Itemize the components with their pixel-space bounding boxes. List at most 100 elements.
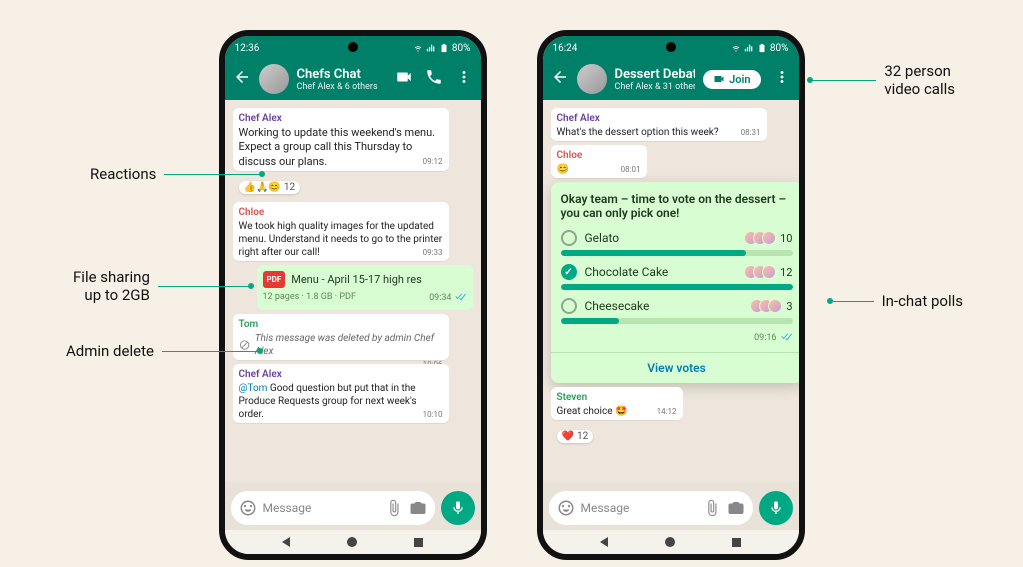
poll-count: 12 — [780, 266, 792, 279]
view-votes-button[interactable]: View votes — [551, 352, 799, 383]
input-placeholder: Message — [581, 501, 697, 515]
message-time: 09:33 — [423, 248, 443, 258]
attach-icon[interactable] — [703, 499, 721, 517]
file-name: Menu - April 15-17 high res — [291, 273, 422, 286]
sender-name: Steven — [557, 391, 677, 404]
callout-reactions: Reactions — [82, 165, 264, 183]
message-time: 14:12 — [657, 407, 677, 417]
reactions-bubble[interactable]: ❤️ 12 — [557, 430, 594, 443]
camera-punch-hole — [348, 42, 358, 52]
camera-icon[interactable] — [727, 499, 745, 517]
attach-icon[interactable] — [385, 499, 403, 517]
poll-option-label: Chocolate Cake — [585, 265, 742, 279]
message-body: 😊 — [557, 164, 569, 175]
header-text[interactable]: Chefs Chat Chef Alex & 6 others — [297, 67, 387, 92]
callout-video-calls: 32 person video calls — [808, 62, 963, 98]
chat-scroll-area[interactable]: Chef Alex Working to update this weekend… — [225, 100, 481, 482]
poll-option[interactable]: Cheesecake 3 — [561, 298, 793, 324]
callout-polls: In-chat polls — [828, 292, 971, 310]
join-call-button[interactable]: Join — [703, 70, 760, 89]
emoji-icon[interactable] — [557, 499, 575, 517]
more-menu-icon[interactable] — [455, 68, 473, 90]
battery-pct: 80% — [770, 43, 789, 54]
reaction-emojis: 👍🙏😊 — [244, 182, 281, 193]
emoji-icon[interactable] — [239, 499, 257, 517]
mic-button[interactable] — [441, 491, 475, 525]
mic-button[interactable] — [759, 491, 793, 525]
phone-dessert-debate: 16:24 80% Dessert Debate Chef Alex & 31 … — [537, 30, 805, 560]
voter-avatars — [749, 231, 776, 245]
android-nav-bar — [543, 530, 799, 554]
pdf-badge-icon: PDF — [263, 271, 286, 288]
message-input[interactable]: Message — [549, 491, 753, 525]
chat-subtitle: Chef Alex & 31 others — [615, 82, 696, 92]
reaction-emojis: ❤️ — [562, 431, 574, 442]
sender-name: Chef Alex — [239, 368, 443, 381]
nav-home-icon[interactable] — [347, 537, 357, 547]
message-time: 09:12 — [423, 157, 443, 167]
join-label: Join — [729, 73, 750, 86]
input-bar: Message — [543, 486, 799, 530]
read-checks-icon — [781, 332, 793, 344]
battery-icon — [757, 43, 767, 53]
message-input[interactable]: Message — [231, 491, 435, 525]
message-bubble[interactable]: Chef Alex @Tom Good question but put tha… — [233, 364, 449, 423]
message-time: 09:34 — [429, 293, 451, 303]
nav-home-icon[interactable] — [665, 537, 675, 547]
callout-admin-delete: Admin delete — [58, 342, 262, 360]
radio-unchecked-icon[interactable] — [561, 230, 577, 246]
voter-avatars — [749, 265, 776, 279]
message-bubble[interactable]: Chloe We took high quality images for th… — [233, 202, 449, 261]
back-arrow-icon[interactable] — [551, 68, 569, 90]
read-checks-icon — [455, 292, 467, 304]
file-attachment-card[interactable]: PDF Menu - April 15-17 high res 12 pages… — [257, 265, 473, 310]
poll-option[interactable]: Gelato 10 — [561, 230, 793, 256]
poll-bar-fill — [561, 250, 747, 256]
poll-count: 3 — [786, 300, 792, 313]
wifi-icon — [413, 43, 423, 53]
voice-call-icon[interactable] — [425, 68, 443, 90]
signal-icon — [426, 43, 436, 53]
message-bubble[interactable]: Chloe 😊 08:01 — [551, 145, 647, 178]
mention[interactable]: @Tom — [239, 383, 268, 394]
reaction-count: 12 — [577, 431, 588, 442]
group-avatar[interactable] — [259, 64, 289, 94]
message-bubble[interactable]: Chef Alex What's the dessert option this… — [551, 108, 767, 141]
radio-unchecked-icon[interactable] — [561, 298, 577, 314]
battery-icon — [439, 43, 449, 53]
poll-option-label: Gelato — [585, 231, 742, 245]
poll-card[interactable]: Okay team – time to vote on the dessert … — [551, 182, 799, 383]
chat-scroll-area[interactable]: Chef Alex What's the dessert option this… — [543, 100, 799, 482]
radio-checked-icon[interactable] — [561, 264, 577, 280]
voter-avatars — [755, 299, 782, 313]
message-bubble[interactable]: Steven Great choice 🤩 14:12 — [551, 387, 683, 420]
chat-header: Chefs Chat Chef Alex & 6 others — [225, 58, 481, 100]
nav-back-icon[interactable] — [600, 537, 608, 547]
message-body: We took high quality images for the upda… — [239, 221, 443, 258]
more-menu-icon[interactable] — [773, 68, 791, 90]
deleted-text: This message was deleted by admin Chef A… — [255, 332, 443, 358]
header-text[interactable]: Dessert Debate Chef Alex & 31 others — [615, 67, 696, 92]
message-bubble[interactable]: Chef Alex Working to update this weekend… — [233, 108, 449, 171]
poll-option[interactable]: Chocolate Cake 12 — [561, 264, 793, 290]
video-call-icon[interactable] — [395, 68, 413, 90]
nav-recent-icon[interactable] — [732, 538, 741, 547]
android-nav-bar — [225, 530, 481, 554]
status-icons: 80% — [413, 43, 471, 54]
input-placeholder: Message — [263, 501, 379, 515]
sender-name: Chloe — [239, 206, 443, 219]
callout-file-sharing: File sharing up to 2GB — [65, 268, 253, 304]
poll-question: Okay team – time to vote on the dessert … — [561, 192, 793, 220]
wifi-icon — [731, 43, 741, 53]
nav-recent-icon[interactable] — [414, 538, 423, 547]
camera-icon[interactable] — [409, 499, 427, 517]
message-time: 09:16 — [754, 333, 776, 343]
group-avatar[interactable] — [577, 64, 607, 94]
message-bubble[interactable]: Tom This message was deleted by admin Ch… — [233, 314, 449, 360]
chat-header: Dessert Debate Chef Alex & 31 others Joi… — [543, 58, 799, 100]
clock: 16:24 — [553, 43, 578, 54]
message-time: 10:10 — [423, 410, 443, 420]
chat-subtitle: Chef Alex & 6 others — [297, 82, 387, 92]
back-arrow-icon[interactable] — [233, 68, 251, 90]
nav-back-icon[interactable] — [282, 537, 290, 547]
